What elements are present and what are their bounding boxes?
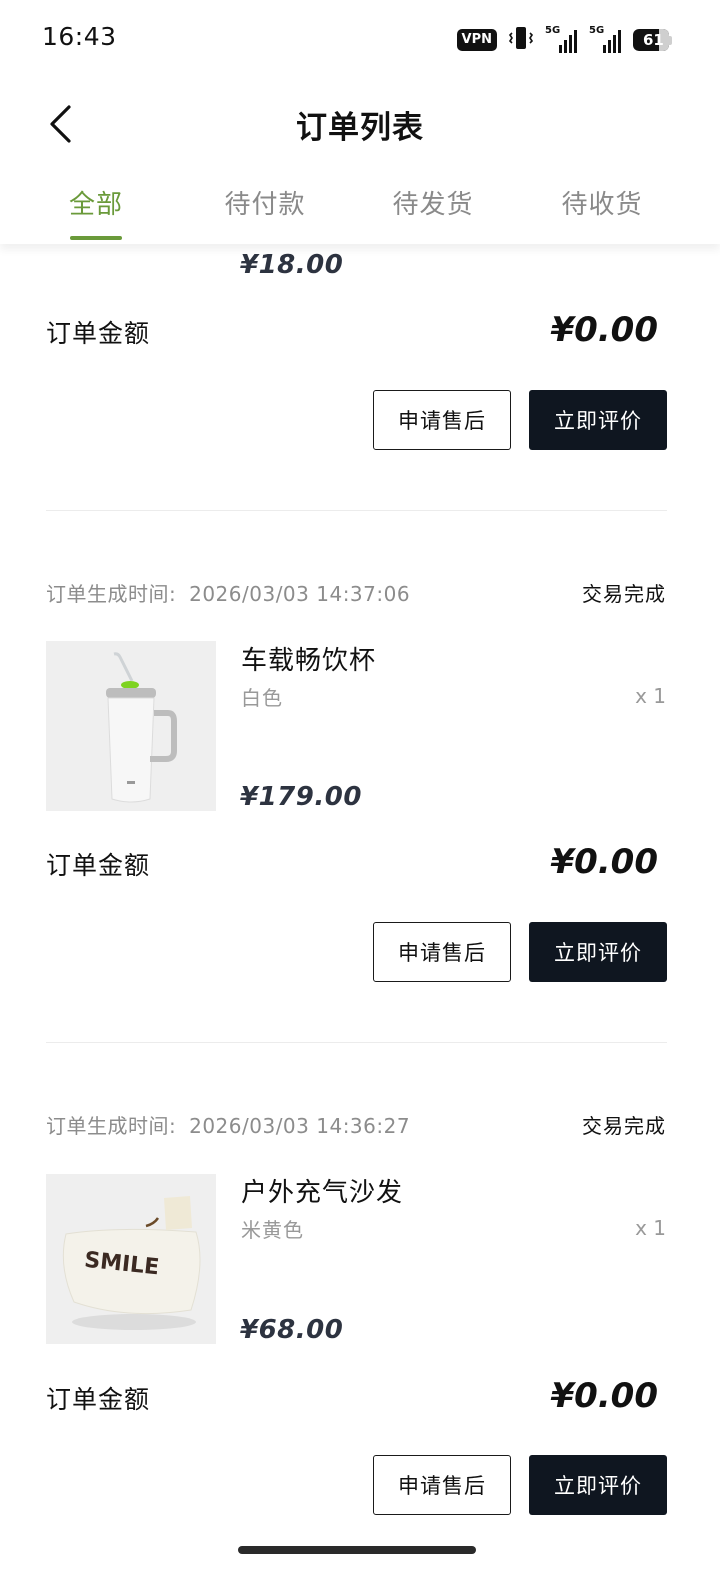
- tab-pending-receipt[interactable]: 待收货: [542, 184, 662, 221]
- product-quantity: x 1: [635, 684, 666, 708]
- vpn-icon: VPN: [456, 29, 497, 51]
- tab-pending-shipment[interactable]: 待发货: [373, 184, 493, 221]
- divider: [46, 510, 667, 511]
- nav-header: 订单列表: [0, 80, 720, 170]
- sofa-image: SMILE: [46, 1174, 216, 1344]
- divider: [46, 1042, 667, 1043]
- signal-icon-2: 5G: [589, 25, 621, 53]
- order-amount-value: ¥0.00: [550, 842, 658, 882]
- battery-icon: 61: [633, 29, 672, 51]
- tab-active-indicator: [70, 236, 122, 240]
- product-quantity: x 1: [635, 1216, 666, 1240]
- order-time-value: 2026/03/03 14:37:06: [189, 582, 411, 606]
- order-time-value: 2026/03/03 14:36:27: [189, 1114, 411, 1138]
- product-price: ¥68.00: [240, 1315, 344, 1345]
- review-button[interactable]: 立即评价: [529, 1455, 667, 1515]
- tab-pending-payment[interactable]: 待付款: [205, 184, 325, 221]
- order-status: 交易完成: [582, 1114, 666, 1138]
- order-amount-label: 订单金额: [46, 851, 151, 880]
- after-sale-button[interactable]: 申请售后: [373, 390, 511, 450]
- battery-level: 61: [643, 31, 664, 49]
- order-amount-label: 订单金额: [46, 1385, 151, 1414]
- page-title: 订单列表: [296, 110, 424, 146]
- review-button[interactable]: 立即评价: [529, 922, 667, 982]
- home-indicator[interactable]: [238, 1546, 476, 1554]
- after-sale-button[interactable]: 申请售后: [373, 1455, 511, 1515]
- product-price: ¥18.00: [240, 250, 344, 280]
- status-time: 16:43: [42, 22, 117, 51]
- status-bar: 16:43 VPN 5G 5G 61: [0, 0, 720, 80]
- status-icons: VPN 5G 5G 61: [456, 25, 672, 55]
- order-time: 订单生成时间: 2026/03/03 14:37:06: [46, 578, 410, 607]
- order-amount-value: ¥0.00: [550, 1376, 658, 1416]
- tumbler-image: [46, 641, 216, 811]
- product-name[interactable]: 户外充气沙发: [241, 1172, 403, 1209]
- order-list[interactable]: ¥18.00 订单金额 ¥0.00 申请售后 立即评价 订单生成时间: 2026…: [0, 244, 720, 1584]
- product-image[interactable]: [46, 641, 216, 811]
- product-image[interactable]: SMILE: [46, 1174, 216, 1344]
- product-name[interactable]: 车载畅饮杯: [241, 640, 376, 677]
- order-time-label: 订单生成时间:: [46, 1114, 177, 1138]
- order-status: 交易完成: [582, 582, 666, 606]
- order-time-label: 订单生成时间:: [46, 582, 177, 606]
- product-spec: 米黄色: [241, 1218, 304, 1242]
- product-price: ¥179.00: [240, 782, 362, 812]
- vibrate-icon: [508, 25, 534, 55]
- review-button[interactable]: 立即评价: [529, 390, 667, 450]
- tab-bar: 全部 待付款 待发货 待收货: [0, 170, 720, 244]
- signal-icon-1: 5G: [545, 25, 577, 53]
- order-time: 订单生成时间: 2026/03/03 14:36:27: [46, 1110, 410, 1139]
- after-sale-button[interactable]: 申请售后: [373, 922, 511, 982]
- tab-all[interactable]: 全部: [36, 184, 156, 221]
- order-amount-label: 订单金额: [46, 319, 151, 348]
- product-spec: 白色: [241, 686, 283, 710]
- order-amount-value: ¥0.00: [550, 310, 658, 350]
